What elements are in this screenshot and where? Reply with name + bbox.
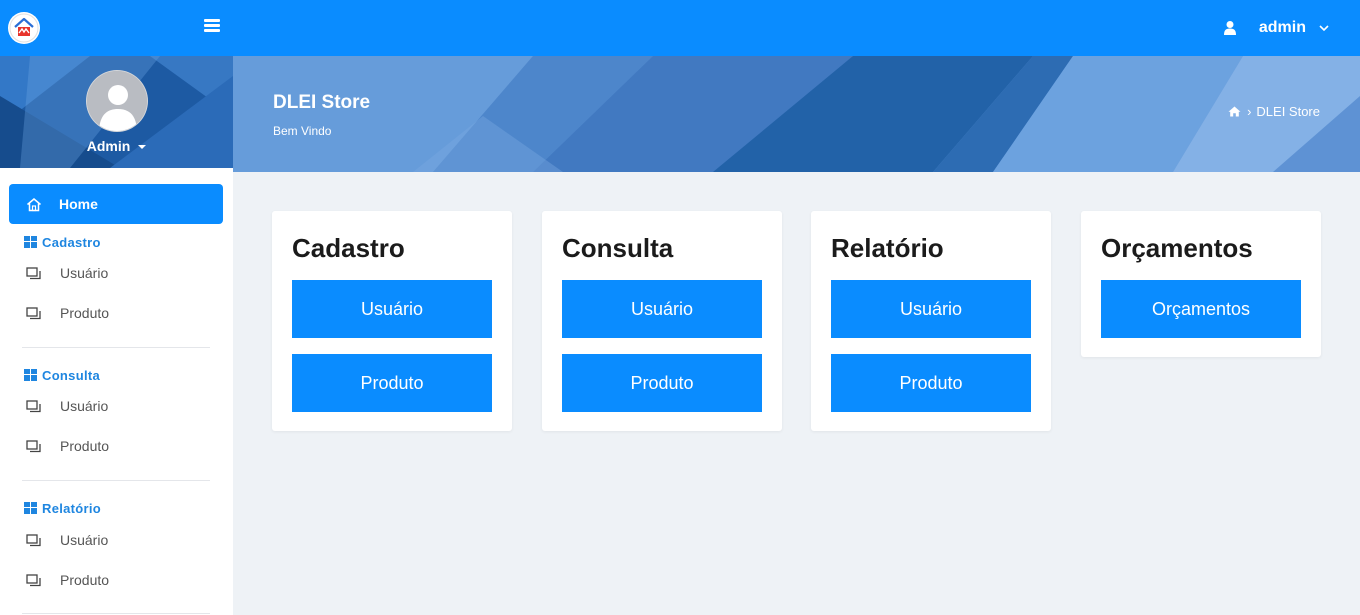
avatar[interactable] bbox=[86, 70, 148, 132]
hamburger-icon[interactable] bbox=[204, 17, 224, 37]
user-icon bbox=[1223, 21, 1236, 35]
page-header-banner: DLEI Store Bem Vindo › DLEI Store bbox=[233, 56, 1360, 172]
sidebar-item-home[interactable]: Home bbox=[9, 184, 223, 224]
sidebar-item-consulta-usuario[interactable]: Usuário bbox=[9, 389, 223, 423]
section-title-consulta: Consulta bbox=[24, 367, 100, 383]
grid-icon bbox=[24, 236, 37, 248]
orcamentos-button[interactable]: Orçamentos bbox=[1101, 280, 1301, 338]
store-logo-icon[interactable] bbox=[8, 12, 40, 44]
window-icon bbox=[26, 266, 41, 279]
sidebar-profile: Admin bbox=[0, 56, 233, 168]
home-icon[interactable] bbox=[1228, 106, 1241, 117]
relatorio-usuario-button[interactable]: Usuário bbox=[831, 280, 1031, 338]
section-title-relatorio: Relatório bbox=[24, 500, 101, 516]
banner-background bbox=[233, 56, 1360, 172]
window-icon bbox=[26, 399, 41, 412]
breadcrumb: › DLEI Store bbox=[1228, 104, 1320, 119]
consulta-usuario-button[interactable]: Usuário bbox=[562, 280, 762, 338]
window-icon bbox=[26, 533, 41, 546]
sidebar-item-consulta-produto[interactable]: Produto bbox=[9, 429, 223, 463]
cadastro-produto-button[interactable]: Produto bbox=[292, 354, 492, 412]
section-title-cadastro: Cadastro bbox=[24, 234, 101, 250]
user-name: admin bbox=[1258, 19, 1306, 36]
sidebar-item-cadastro-usuario[interactable]: Usuário bbox=[9, 256, 223, 290]
relatorio-produto-button[interactable]: Produto bbox=[831, 354, 1031, 412]
profile-name-dropdown[interactable]: Admin bbox=[0, 138, 233, 154]
caret-down-icon bbox=[138, 145, 147, 150]
grid-icon bbox=[24, 502, 37, 514]
breadcrumb-current: DLEI Store bbox=[1256, 104, 1320, 119]
cadastro-usuario-button[interactable]: Usuário bbox=[292, 280, 492, 338]
card-title: Cadastro bbox=[292, 233, 405, 263]
page-title: DLEI Store bbox=[273, 92, 371, 113]
sidebar-item-relatorio-produto[interactable]: Produto bbox=[9, 563, 223, 597]
card-cadastro: Cadastro Usuário Produto bbox=[272, 211, 512, 431]
page-subtitle: Bem Vindo bbox=[273, 124, 332, 138]
card-title: Orçamentos bbox=[1101, 233, 1253, 263]
profile-name: Admin bbox=[86, 138, 131, 154]
sidebar: Admin Home Cadastro Usuário Produto Cons… bbox=[0, 56, 233, 615]
consulta-produto-button[interactable]: Produto bbox=[562, 354, 762, 412]
sidebar-item-cadastro-produto[interactable]: Produto bbox=[9, 296, 223, 330]
breadcrumb-separator: › bbox=[1247, 104, 1252, 119]
divider bbox=[22, 480, 210, 481]
sidebar-item-relatorio-usuario[interactable]: Usuário bbox=[9, 523, 223, 557]
grid-icon bbox=[24, 369, 37, 381]
card-orcamentos: Orçamentos Orçamentos bbox=[1081, 211, 1321, 357]
home-icon bbox=[27, 197, 41, 211]
user-menu[interactable]: admin bbox=[1223, 14, 1330, 42]
top-navbar: admin bbox=[0, 0, 1360, 56]
divider bbox=[22, 613, 210, 614]
window-icon bbox=[26, 439, 41, 452]
card-title: Relatório bbox=[831, 233, 944, 263]
card-relatorio: Relatório Usuário Produto bbox=[811, 211, 1051, 431]
sidebar-item-label: Home bbox=[59, 196, 98, 212]
chevron-down-icon bbox=[1319, 25, 1329, 32]
divider bbox=[22, 347, 210, 348]
window-icon bbox=[26, 306, 41, 319]
window-icon bbox=[26, 573, 41, 586]
card-title: Consulta bbox=[562, 233, 674, 263]
card-consulta: Consulta Usuário Produto bbox=[542, 211, 782, 431]
